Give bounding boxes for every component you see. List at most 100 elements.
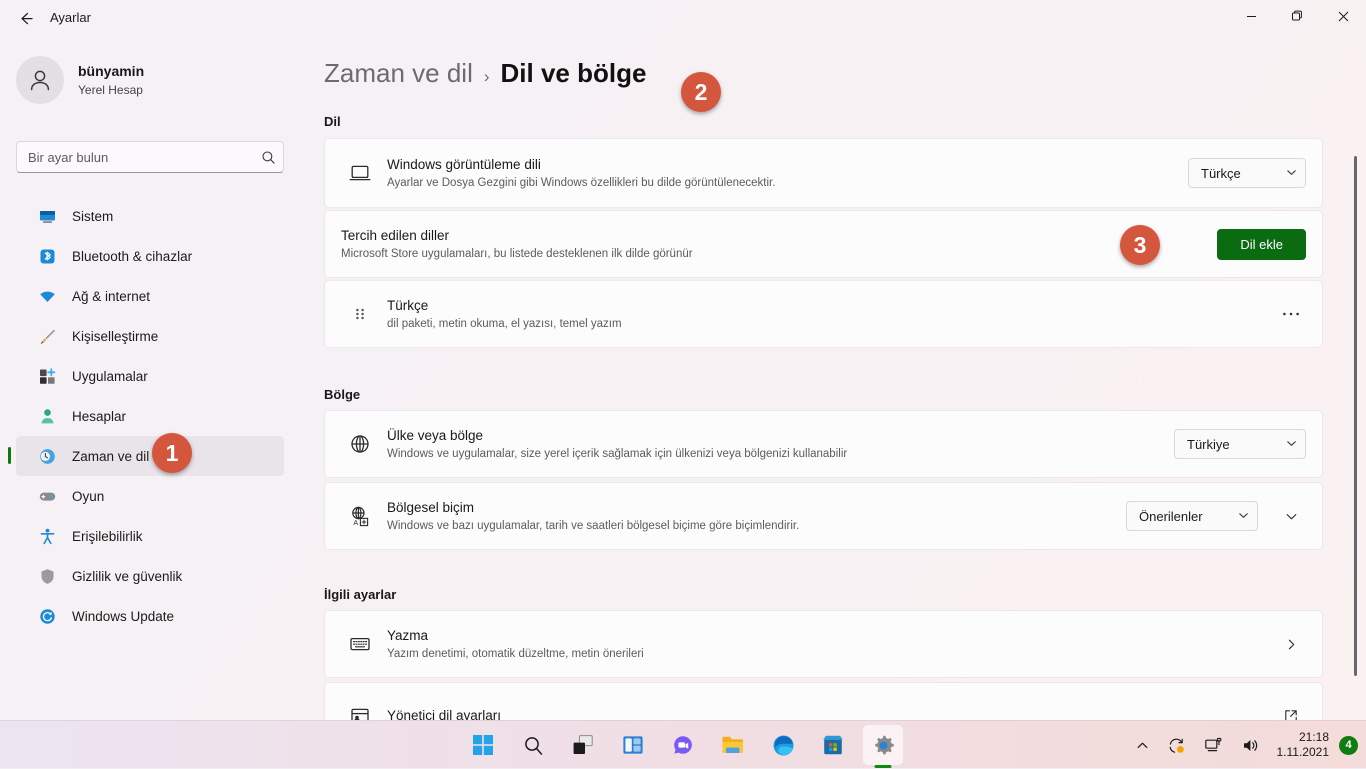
volume-icon[interactable] <box>1234 725 1267 765</box>
apps-icon <box>38 367 56 385</box>
sidebar-item-label: Sistem <box>72 208 114 224</box>
display-language-dropdown[interactable]: Türkçe <box>1188 158 1306 188</box>
typing-title: Yazma <box>387 627 429 643</box>
widgets-icon[interactable] <box>613 725 653 765</box>
add-language-button[interactable]: Dil ekle <box>1217 228 1306 260</box>
chevron-down-icon <box>1238 509 1249 524</box>
account-type: Yerel Hesap <box>78 82 143 97</box>
card-display-language[interactable]: Windows görüntüleme dili Ayarlar ve Dosy… <box>324 138 1323 208</box>
minimize-icon <box>1246 15 1256 17</box>
chat-icon[interactable] <box>663 725 703 765</box>
settings-icon[interactable] <box>863 725 903 765</box>
sidebar-item-uygulamalar[interactable]: Uygulamalar <box>16 356 284 396</box>
back-arrow-icon <box>20 12 33 24</box>
restore-icon <box>1292 10 1302 21</box>
page-title: Dil ve bölge <box>500 58 647 88</box>
taskbar-icons <box>463 721 903 769</box>
file-explorer-icon[interactable] <box>713 725 753 765</box>
chevron-up-icon <box>1137 742 1147 748</box>
country-region-sub: Windows ve uygulamalar, size yerel içeri… <box>387 447 848 460</box>
sidebar-item-label: Kişiselleştirme <box>72 328 159 344</box>
notification-badge[interactable]: 4 <box>1339 735 1358 755</box>
scrollbar-track[interactable] <box>1350 80 1362 720</box>
show-hidden-icons-button[interactable] <box>1129 725 1156 765</box>
card-regional-format[interactable]: A Bölgesel biçim Windows ve bazı uygulam… <box>324 482 1323 550</box>
regional-format-expand-button[interactable] <box>1276 501 1306 531</box>
tray-time: 21:18 <box>1298 730 1329 744</box>
sidebar-item-label: Zaman ve dil <box>72 448 150 464</box>
back-button[interactable] <box>8 4 42 32</box>
microsoft-store-icon[interactable] <box>813 725 853 765</box>
locale-format-icon: A <box>341 505 379 527</box>
sidebar-item-label: Oyun <box>72 488 105 504</box>
card-admin-language[interactable]: Yönetici dil ayarları <box>324 682 1323 720</box>
display-language-dropdown-value: Türkçe <box>1201 165 1241 181</box>
country-region-dropdown[interactable]: Türkiye <box>1174 429 1306 459</box>
settings-window: Ayarlar bünyamin Yerel Hesap Bir ayar bu… <box>0 0 1366 720</box>
section-title-bolge: Bölge <box>324 387 361 402</box>
sidebar-item-ag-internet[interactable]: Ağ & internet <box>16 276 284 316</box>
regional-format-dropdown-value: Önerilenler <box>1139 508 1203 524</box>
display-language-text: Windows görüntüleme dili Ayarlar ve Dosy… <box>379 156 1188 191</box>
search-box[interactable] <box>16 141 284 173</box>
drag-handle-icon[interactable] <box>341 305 379 323</box>
search-icon[interactable] <box>253 150 283 165</box>
sidebar-item-sistem[interactable]: Sistem <box>16 196 284 236</box>
sidebar-item-bluetooth-cihazlar[interactable]: Bluetooth & cihazlar <box>16 236 284 276</box>
sidebar-item-erisilebilirlik[interactable]: Erişilebilirlik <box>16 516 284 556</box>
admin-language-text: Yönetici dil ayarları <box>379 707 1276 720</box>
typing-text: Yazma Yazım denetimi, otomatik düzeltme,… <box>379 627 1276 662</box>
accessibility-icon <box>38 527 56 545</box>
sidebar-item-kisisellestirme[interactable]: Kişiselleştirme <box>16 316 284 356</box>
sidebar-item-label: Hesaplar <box>72 408 127 424</box>
sidebar-item-zaman-ve-dil[interactable]: Zaman ve dil <box>8 436 284 476</box>
breadcrumb-parent[interactable]: Zaman ve dil <box>324 58 473 89</box>
typing-sub: Yazım denetimi, otomatik düzeltme, metin… <box>387 647 644 660</box>
sidebar-item-windows-update[interactable]: Windows Update <box>16 596 284 636</box>
search-input[interactable] <box>17 149 253 165</box>
card-typing[interactable]: Yazma Yazım denetimi, otomatik düzeltme,… <box>324 610 1323 678</box>
network-icon[interactable] <box>1197 725 1230 765</box>
close-button[interactable] <box>1320 0 1366 32</box>
maximize-button[interactable] <box>1274 0 1320 32</box>
sidebar-item-label: Gizlilik ve güvenlik <box>72 568 183 584</box>
minimize-button[interactable] <box>1228 0 1274 32</box>
display-language-title: Windows görüntüleme dili <box>387 156 541 172</box>
accounts-icon <box>38 407 56 425</box>
account-card[interactable]: bünyamin Yerel Hesap <box>16 56 144 104</box>
section-title-dil: Dil <box>324 114 341 129</box>
preferred-languages-title: Tercih edilen diller <box>341 227 450 243</box>
update-icon <box>38 607 56 625</box>
sidebar-item-hesaplar[interactable]: Hesaplar <box>16 396 284 436</box>
sidebar-item-label: Bluetooth & cihazlar <box>72 248 193 264</box>
card-language-entry[interactable]: Türkçe dil paketi, metin okuma, el yazıs… <box>324 280 1323 348</box>
search-icon[interactable] <box>513 725 553 765</box>
avatar <box>16 56 64 104</box>
chevron-right-icon[interactable] <box>1276 629 1306 659</box>
card-preferred-languages: Tercih edilen diller Microsoft Store uyg… <box>324 210 1323 278</box>
card-country-region[interactable]: Ülke veya bölge Windows ve uygulamalar, … <box>324 410 1323 478</box>
sidebar-item-gizlilik-ve-guvenlik[interactable]: Gizlilik ve güvenlik <box>16 556 284 596</box>
breadcrumb-separator: › <box>483 67 490 86</box>
external-link-icon[interactable] <box>1276 701 1306 720</box>
language-entry-text: Türkçe dil paketi, metin okuma, el yazıs… <box>379 297 1276 332</box>
scrollbar-thumb[interactable] <box>1354 156 1357 676</box>
country-region-dropdown-value: Türkiye <box>1187 436 1230 452</box>
admin-language-icon <box>341 705 379 720</box>
laptop-icon <box>341 162 379 184</box>
more-options-icon[interactable] <box>1276 299 1306 329</box>
start-icon[interactable] <box>463 725 503 765</box>
edge-icon[interactable] <box>763 725 803 765</box>
account-text: bünyamin Yerel Hesap <box>78 63 144 98</box>
sidebar: bünyamin Yerel Hesap Bir ayar bulun Sist… <box>0 36 300 720</box>
content-area: Zaman ve dil › Dil ve bölge 2 Dil Window… <box>300 36 1366 720</box>
sidebar-item-oyun[interactable]: Oyun <box>16 476 284 516</box>
chevron-down-icon <box>1286 437 1297 452</box>
section-title-ilgili-ayarlar: İlgili ayarlar <box>324 587 397 602</box>
paintbrush-icon <box>38 327 56 345</box>
keyboard-icon <box>341 633 379 655</box>
regional-format-dropdown[interactable]: Önerilenler <box>1126 501 1258 531</box>
clock[interactable]: 21:18 1.11.2021 <box>1271 725 1336 765</box>
task-view-icon[interactable] <box>563 725 603 765</box>
onedrive-sync-icon[interactable] <box>1160 725 1193 765</box>
